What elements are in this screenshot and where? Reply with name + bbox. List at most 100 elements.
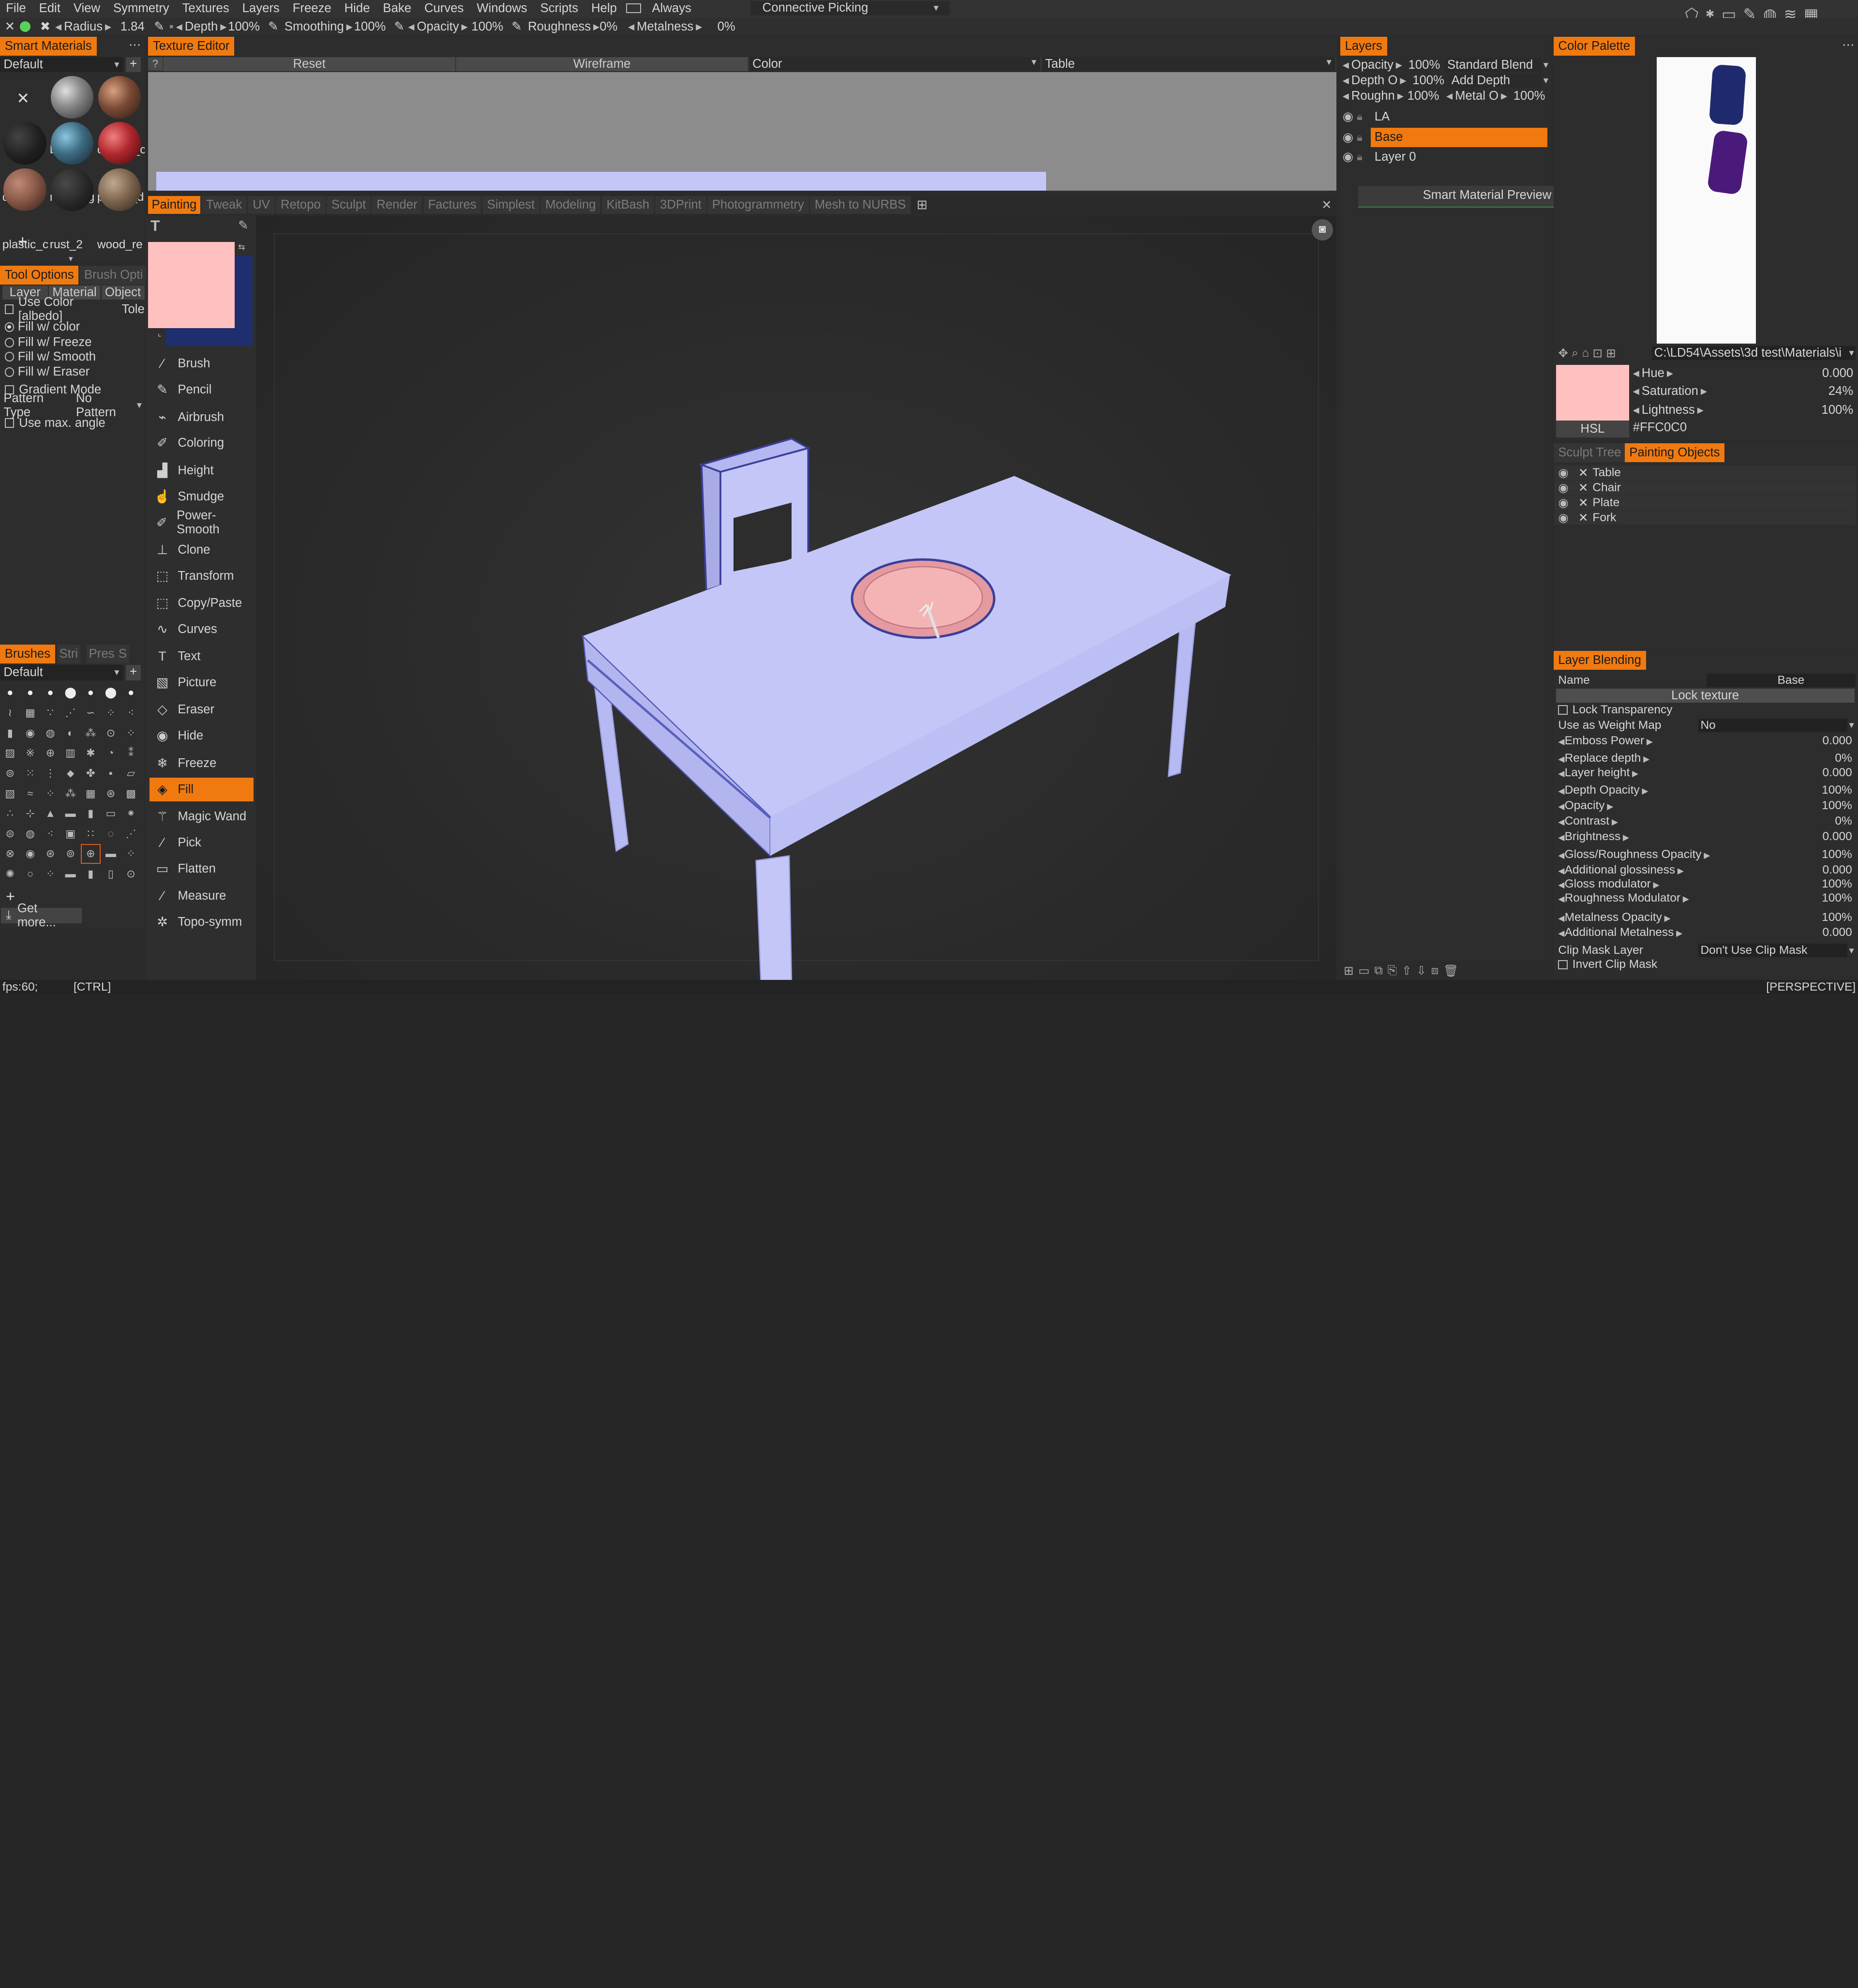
tool-pick[interactable]: ⁄ Pick (150, 831, 254, 855)
channel-dropdown[interactable]: Color ▼ (749, 57, 1041, 71)
palette-path-field[interactable]: C:\LD54\Assets\3d test\Materials\i ▼ (1651, 346, 1856, 361)
tool-smudge[interactable]: ☝ Smudge (150, 485, 254, 509)
brush-alpha[interactable]: ◔ (102, 744, 120, 762)
brush-alpha[interactable]: ✱ (82, 744, 100, 762)
tab-tweak[interactable]: Tweak (201, 196, 247, 214)
layer-depth-value[interactable]: 100% (1407, 74, 1449, 88)
tool-coloring[interactable]: ✐ Coloring (150, 431, 254, 455)
brush-alpha[interactable]: ∴ (1, 805, 19, 823)
color-mode-button[interactable]: HSL (1556, 421, 1630, 437)
blend-property-row[interactable]: ◀Metalness Opacity ▶ 100% (1555, 910, 1856, 924)
menu-curves[interactable]: Curves (419, 1, 471, 15)
visibility-x-icon[interactable]: ✕ (1578, 496, 1592, 510)
depth-mode-dropdown[interactable]: Add Depth (1449, 74, 1542, 88)
brush-alpha[interactable]: ▧ (1, 784, 19, 802)
blend-property-row[interactable]: ◀Emboss Power ▶ 0.000 (1555, 734, 1856, 748)
brush-alpha[interactable]: ⊗ (1, 845, 19, 863)
lock-icon[interactable]: ▪ (167, 20, 176, 34)
brush-alpha[interactable]: ⁘ (122, 845, 140, 863)
invert-clip-checkbox[interactable] (1558, 960, 1568, 970)
tab-photogrammetry[interactable]: Photogrammetry (707, 196, 809, 214)
tool-curves[interactable]: ∿ Curves (150, 617, 254, 641)
eye-icon[interactable]: ◉ (1343, 109, 1357, 124)
home-icon[interactable]: ⌂ (1582, 346, 1589, 360)
fill-color-radio[interactable] (4, 322, 15, 332)
tab-simplest[interactable]: Simplest (482, 196, 539, 214)
object-row[interactable]: ◉ ✕ Table (1555, 466, 1856, 480)
palette-swatch-navy[interactable] (1709, 64, 1747, 126)
blend-property-row[interactable]: ◀Additional Metalness ▶ 0.000 (1555, 926, 1856, 940)
tab-tool-options[interactable]: Tool Options (0, 265, 79, 285)
fill-smooth-option[interactable]: Fill w/ Smooth (4, 349, 96, 363)
brush-alpha[interactable]: ◉ (21, 724, 39, 742)
clip-mask-dropdown[interactable]: Don't Use Clip Mask (1698, 944, 1848, 958)
brush-alpha[interactable]: ⁑ (122, 744, 140, 762)
brush-alpha[interactable]: ⊛ (102, 784, 120, 802)
brush-alpha[interactable]: ● (21, 684, 39, 702)
brush-alpha[interactable]: ○ (21, 865, 39, 883)
use-color-option[interactable]: Use Color [albedo] Tole (4, 295, 145, 323)
brush-alpha[interactable]: ● (82, 684, 100, 702)
layer-row[interactable]: ◉ 🔒︎ Layer 0 (1343, 148, 1550, 166)
brush-alpha[interactable]: ≈ (21, 784, 39, 802)
pen-tool-icon[interactable]: ✎ (238, 218, 249, 233)
tab-render[interactable]: Render (372, 196, 422, 214)
weight-map-dropdown[interactable]: No (1698, 718, 1848, 732)
delete-layer-icon[interactable]: 🗑︎ (1443, 964, 1458, 978)
brush-alpha[interactable]: ⁘ (42, 865, 60, 883)
add-alpha-icon[interactable]: + (6, 888, 15, 905)
brush-alpha[interactable]: ※ (21, 744, 39, 762)
brush-alpha[interactable]: ⊹ (21, 805, 39, 823)
brush-alpha[interactable]: ⊚ (61, 845, 79, 863)
tool-clone[interactable]: ⊥ Clone (150, 538, 254, 562)
blend-property-row[interactable]: ◀Opacity ▶ 100% (1555, 799, 1856, 813)
tab-stencils[interactable]: S (116, 645, 129, 664)
brush-alpha[interactable]: ⬥ (61, 765, 79, 783)
brush-alpha[interactable]: ⁘ (42, 784, 60, 802)
brush-alpha[interactable]: ⁖ (122, 704, 140, 722)
help-button[interactable]: ? (148, 58, 163, 71)
depth-value[interactable]: 100% (226, 20, 264, 34)
lock-icon[interactable]: 🔒︎ (1357, 131, 1371, 144)
eye-icon[interactable]: ◉ (1555, 496, 1578, 510)
zoom-icon[interactable]: ⌕ (1572, 346, 1578, 360)
blend-property-row[interactable]: ◀Brightness ▶ 0.000 (1555, 829, 1856, 843)
material-wood[interactable] (98, 168, 141, 211)
menu-freeze[interactable]: Freeze (286, 1, 338, 15)
tool-height[interactable]: ▟ Height (150, 459, 254, 482)
get-more-button[interactable]: ⤓ Get more... (1, 902, 82, 929)
material-rust[interactable] (51, 168, 94, 211)
close-icon[interactable]: ✕ (0, 19, 20, 34)
menu-bake[interactable]: Bake (377, 1, 419, 15)
tab-factures[interactable]: Factures (423, 196, 481, 214)
brush-alpha[interactable]: ⁘ (102, 704, 120, 722)
tool-text[interactable]: T Text (150, 645, 254, 668)
blend-property-row[interactable]: ◀Contrast ▶ 0% (1555, 814, 1856, 828)
brush-alpha[interactable]: ◍ (42, 724, 60, 742)
brush-alpha[interactable]: ∵ (42, 704, 60, 722)
fill-smooth-radio[interactable] (4, 352, 15, 361)
tab-painting-objects[interactable]: Painting Objects (1624, 443, 1725, 463)
fill-freeze-radio[interactable] (4, 337, 15, 347)
brush-alpha[interactable]: ▬ (61, 865, 79, 883)
fill-color-option[interactable]: Fill w/ color (4, 320, 80, 334)
lightness-row[interactable]: ◀ Lightness ▶ 100% (1633, 403, 1856, 417)
brush-alpha[interactable]: ⁙ (21, 765, 39, 783)
brush-alpha[interactable]: ● (122, 684, 140, 702)
add-room-icon[interactable]: ⊞ (916, 197, 928, 212)
object-row[interactable]: ◉ ✕ Fork (1555, 511, 1856, 525)
pattern-type-dropdown[interactable]: No Pattern (76, 392, 135, 420)
brush-alpha[interactable]: ● (42, 684, 60, 702)
blend-mode-dropdown[interactable]: Standard Blend (1445, 58, 1542, 73)
brush-alpha[interactable]: ▦ (82, 784, 100, 802)
swap-colors-icon[interactable]: ⇆ (238, 242, 245, 252)
layer-metal-value[interactable]: 100% (1507, 89, 1550, 103)
move-icon[interactable]: ✥ (1558, 346, 1568, 361)
brush-alpha[interactable]: ▯ (102, 865, 120, 883)
brush-alpha[interactable]: ▬ (102, 845, 120, 863)
material-plastic-red[interactable] (98, 122, 141, 165)
copy-layer-icon[interactable]: ⎘ (1388, 964, 1397, 978)
brushes-preset[interactable]: Default ▼ (0, 664, 123, 680)
lock-texture-button[interactable]: Lock texture (1556, 688, 1855, 703)
tool-brush[interactable]: ⁄ Brush (150, 352, 254, 376)
